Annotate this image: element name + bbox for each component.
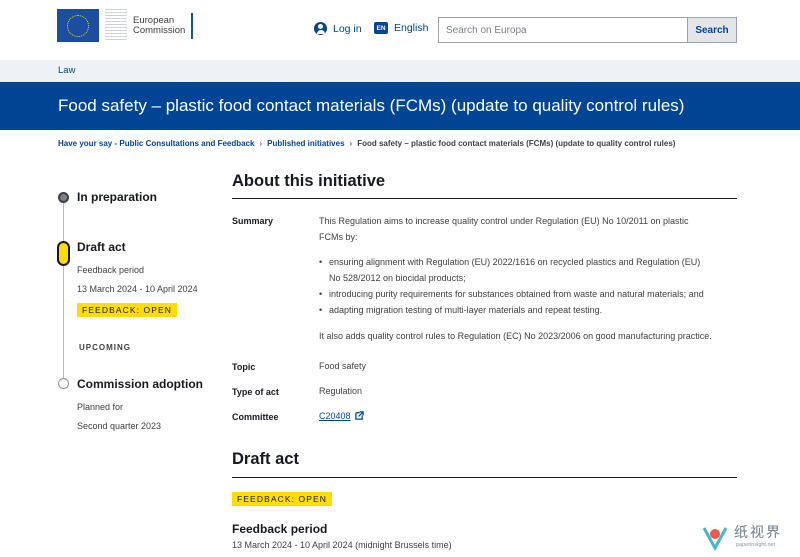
about-divider — [232, 198, 737, 199]
watermark-text: 纸视界 — [734, 525, 782, 541]
summary-intro-line-2: FCMs by: — [319, 232, 358, 242]
summary-outro: It also adds quality control rules to Re… — [319, 331, 712, 341]
logo-decoration — [105, 9, 127, 42]
draft-act-divider — [232, 477, 737, 478]
site-header: European Commission Log in EN English Se… — [0, 0, 800, 60]
timeline-stage-in-preparation: In preparation — [77, 190, 158, 204]
logo-text: European Commission — [133, 12, 194, 39]
committee-value: C20408 — [319, 408, 364, 424]
timeline-feedback-dates: 13 March 2024 - 10 April 2024 — [77, 284, 198, 294]
section-link-law[interactable]: Law — [58, 65, 75, 76]
chevron-right-icon: › — [259, 139, 263, 148]
external-link-icon — [354, 411, 364, 420]
logo-line-2: Commission — [133, 24, 186, 36]
login-link[interactable]: Log in — [314, 22, 362, 35]
login-label: Log in — [333, 22, 362, 35]
timeline-stage-draft-act: Draft act — [77, 240, 126, 254]
language-icon: EN — [374, 22, 388, 34]
user-icon — [314, 22, 327, 35]
timeline-planned-date: Second quarter 2023 — [77, 421, 162, 431]
summary-label: Summary — [232, 216, 274, 226]
summary-intro-line-1: This Regulation aims to increase quality… — [319, 216, 689, 226]
timeline-planned-label: Planned for — [77, 402, 124, 412]
chevron-right-icon: › — [349, 139, 353, 148]
page-title: Food safety – plastic food contact mater… — [58, 96, 685, 115]
watermark: 纸视界 paperinsight.net — [700, 520, 798, 556]
committee-link[interactable]: C20408 — [319, 411, 351, 421]
feedback-period-title: Feedback period — [232, 522, 328, 536]
timeline-line — [63, 197, 64, 385]
list-item-text: No 528/2012 on biocidal products; — [329, 273, 466, 283]
timeline-status-badge: FEEDBACK: OPEN — [77, 303, 178, 317]
breadcrumb: Have your say - Public Consultations and… — [58, 139, 675, 148]
section-bar: Law — [0, 60, 800, 82]
topic-label: Topic — [232, 362, 256, 372]
page-banner: Food safety – plastic food contact mater… — [0, 82, 800, 130]
list-item: introducing purity requirements for subs… — [319, 286, 704, 302]
search-input[interactable] — [438, 17, 687, 43]
type-of-act-value: Regulation — [319, 386, 363, 396]
topic-value: Food safety — [319, 361, 367, 371]
upcoming-label: UPCOMING — [79, 343, 131, 352]
breadcrumb-item-published-initiatives[interactable]: Published initiatives — [267, 139, 344, 148]
about-heading: About this initiative — [232, 172, 386, 190]
timeline-stage-commission-adoption: Commission adoption — [77, 377, 203, 391]
european-commission-logo[interactable]: European Commission — [57, 9, 194, 42]
logo-line-1: European — [133, 14, 175, 26]
breadcrumb-current: Food safety – plastic food contact mater… — [357, 139, 676, 148]
search-form: Search — [438, 17, 737, 43]
timeline-future-icon — [58, 378, 69, 389]
list-item-continuation: No 528/2012 on biocidal products; — [319, 270, 704, 286]
eu-flag-icon — [57, 9, 99, 42]
summary-bullets: ensuring alignment with Regulation (EU) … — [319, 254, 704, 318]
language-label: English — [394, 22, 429, 34]
list-item: adapting migration testing of multi-laye… — [319, 302, 704, 318]
language-selector[interactable]: EN English — [374, 22, 428, 34]
breadcrumb-item-have-your-say[interactable]: Have your say - Public Consultations and… — [58, 139, 255, 148]
timeline-done-icon — [58, 192, 69, 203]
committee-label: Committee — [232, 412, 279, 422]
draft-act-heading: Draft act — [232, 450, 299, 468]
search-button[interactable]: Search — [687, 17, 737, 43]
type-of-act-label: Type of act — [232, 387, 279, 397]
paperinsight-logo-icon — [702, 527, 728, 552]
feedback-period-dates: 13 March 2024 - 10 April 2024 (midnight … — [232, 540, 452, 550]
draft-act-status-badge: FEEDBACK: OPEN — [232, 492, 333, 506]
timeline-feedback-label: Feedback period — [77, 265, 145, 275]
timeline-current-icon — [57, 241, 70, 266]
list-item: ensuring alignment with Regulation (EU) … — [319, 254, 704, 270]
watermark-url: paperinsight.net — [736, 542, 776, 548]
